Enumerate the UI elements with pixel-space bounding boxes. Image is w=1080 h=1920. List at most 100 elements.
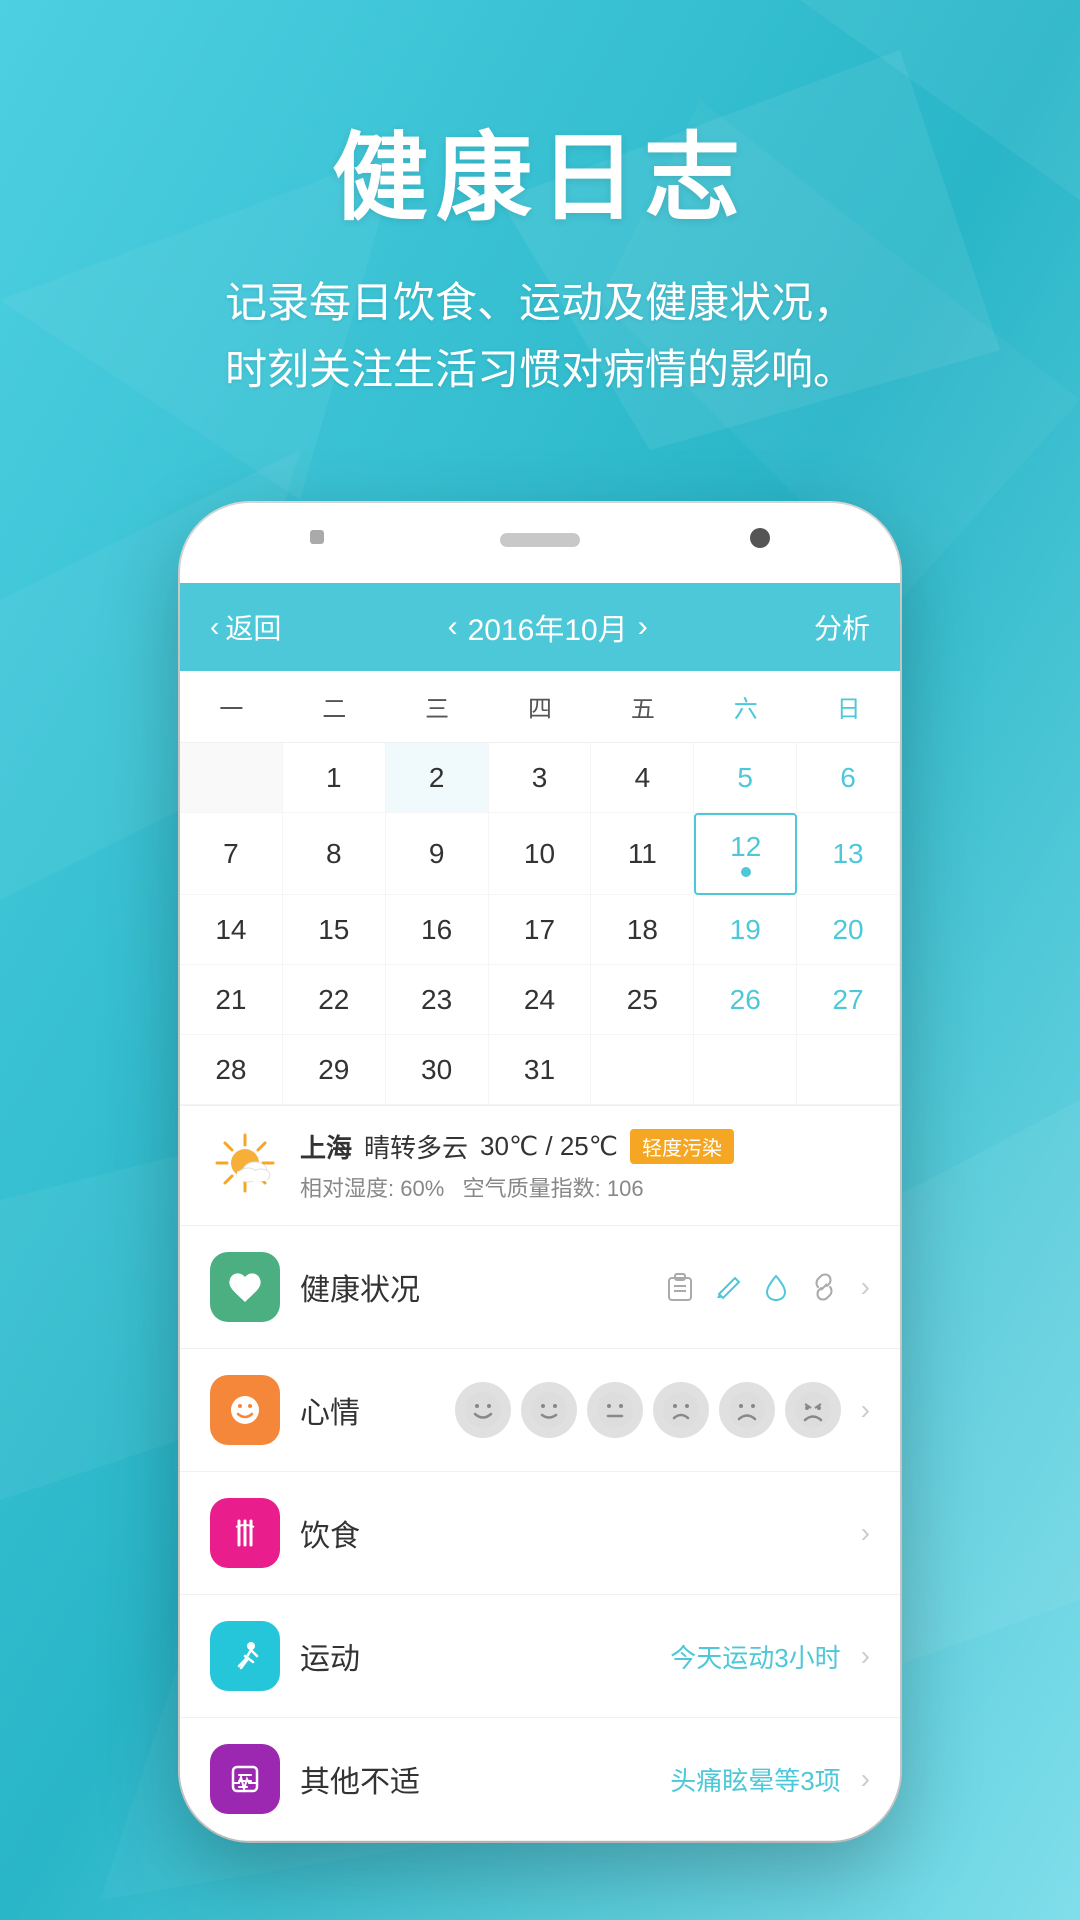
health-status-icon [210,1252,280,1322]
prev-month-icon[interactable]: ‹ [448,610,458,644]
cal-day-23[interactable]: 23 [386,965,489,1035]
pollution-badge: 轻度污染 [630,1129,734,1164]
weekday-headers: 一 二 三 四 五 六 日 [180,671,900,743]
exercise-chevron: › [861,1640,870,1672]
exercise-row[interactable]: 运动 今天运动3小时 › [180,1595,900,1718]
cal-day-6[interactable]: 6 [797,743,900,813]
next-month-icon[interactable]: › [638,610,648,644]
cal-day-27[interactable]: 27 [797,965,900,1035]
water-drop-icon[interactable] [759,1270,793,1304]
calendar-title: ‹ 2016年10月 › [448,605,648,649]
health-status-label: 健康状况 [300,1265,643,1309]
other-chevron: › [861,1763,870,1795]
weekday-mon: 一 [180,671,283,742]
weekday-fri: 五 [591,671,694,742]
mood-face-sad[interactable] [653,1382,709,1438]
calendar-days: 1 2 3 4 5 6 7 8 9 10 11 12 13 14 15 [180,743,900,1105]
cal-day-19[interactable]: 19 [694,895,797,965]
cal-day-empty-2 [591,1035,694,1105]
mood-face-slight-happy[interactable] [521,1382,577,1438]
diet-row[interactable]: 饮食 › [180,1472,900,1595]
phone-camera [750,528,770,548]
cal-day-3[interactable]: 3 [489,743,592,813]
weather-main: 上海 晴转多云 30℃ / 25℃ 轻度污染 [300,1128,870,1165]
other-label: 其他不适 [300,1757,650,1801]
mood-icon [210,1375,280,1445]
weather-row: 上海 晴转多云 30℃ / 25℃ 轻度污染 相对湿度: 60% 空气质量指数:… [180,1106,900,1226]
weekday-tue: 二 [283,671,386,742]
link-icon[interactable] [807,1270,841,1304]
calendar-grid: 一 二 三 四 五 六 日 1 2 3 4 5 6 [180,671,900,1105]
info-section: 上海 晴转多云 30℃ / 25℃ 轻度污染 相对湿度: 60% 空气质量指数:… [180,1105,900,1841]
app-content: ‹ 返回 ‹ 2016年10月 › 分析 一 二 三 四 五 六 [180,583,900,1841]
exercise-icon [210,1621,280,1691]
cal-day-28[interactable]: 28 [180,1035,283,1105]
phone-container: ‹ 返回 ‹ 2016年10月 › 分析 一 二 三 四 五 六 [0,503,1080,1841]
cal-day-26[interactable]: 26 [694,965,797,1035]
cal-day-empty-3 [694,1035,797,1105]
app-title: 健康日志 [0,100,1080,239]
cal-day-empty [180,743,283,813]
weather-detail: 相对湿度: 60% 空气质量指数: 106 [300,1171,870,1203]
health-status-row[interactable]: 健康状况 [180,1226,900,1349]
cal-day-5[interactable]: 5 [694,743,797,813]
health-status-actions [663,1270,841,1304]
weather-info: 上海 晴转多云 30℃ / 25℃ 轻度污染 相对湿度: 60% 空气质量指数:… [300,1128,870,1203]
cal-day-20[interactable]: 20 [797,895,900,965]
phone-sensor [310,530,324,544]
cal-day-13[interactable]: 13 [797,813,900,895]
cal-day-11[interactable]: 11 [591,813,694,895]
pencil-icon[interactable] [711,1270,745,1304]
app-subtitle: 记录每日饮食、运动及健康状况， 时刻关注生活习惯对病情的影响。 [0,269,1080,403]
cal-day-4[interactable]: 4 [591,743,694,813]
mood-face-neutral[interactable] [587,1382,643,1438]
phone-top-bar [180,503,900,583]
mood-face-more-sad[interactable] [719,1382,775,1438]
cal-day-2[interactable]: 2 [386,743,489,813]
cal-day-8[interactable]: 8 [283,813,386,895]
calendar-header: ‹ 返回 ‹ 2016年10月 › 分析 [180,583,900,671]
mood-row[interactable]: 心情 [180,1349,900,1472]
exercise-value: 今天运动3小时 [670,1638,840,1675]
clipboard-icon[interactable] [663,1270,697,1304]
cal-day-22[interactable]: 22 [283,965,386,1035]
weekday-sun: 日 [797,671,900,742]
cal-day-14[interactable]: 14 [180,895,283,965]
diet-icon [210,1498,280,1568]
back-button[interactable]: ‹ 返回 [210,607,281,647]
cal-day-1[interactable]: 1 [283,743,386,813]
cal-day-30[interactable]: 30 [386,1035,489,1105]
analyze-button[interactable]: 分析 [814,607,870,647]
cal-day-29[interactable]: 29 [283,1035,386,1105]
cal-day-12[interactable]: 12 [694,813,797,895]
mood-face-happy[interactable] [455,1382,511,1438]
weekday-sat: 六 [694,671,797,742]
phone-speaker [500,533,580,547]
cal-day-empty-4 [797,1035,900,1105]
cal-day-10[interactable]: 10 [489,813,592,895]
cal-day-16[interactable]: 16 [386,895,489,965]
cal-day-21[interactable]: 21 [180,965,283,1035]
other-row[interactable]: 其他不适 头痛眩晕等3项 › [180,1718,900,1841]
exercise-label: 运动 [300,1634,650,1678]
cal-day-24[interactable]: 24 [489,965,592,1035]
mood-chevron: › [861,1394,870,1426]
cal-day-18[interactable]: 18 [591,895,694,965]
health-status-chevron: › [861,1271,870,1303]
weekday-thu: 四 [489,671,592,742]
cal-day-31[interactable]: 31 [489,1035,592,1105]
cal-day-15[interactable]: 15 [283,895,386,965]
chevron-left-icon: ‹ [210,611,219,643]
phone-frame: ‹ 返回 ‹ 2016年10月 › 分析 一 二 三 四 五 六 [180,503,900,1841]
cal-day-9[interactable]: 9 [386,813,489,895]
other-value: 头痛眩晕等3项 [670,1761,840,1798]
weekday-wed: 三 [386,671,489,742]
mood-face-very-sad[interactable] [785,1382,841,1438]
cal-day-25[interactable]: 25 [591,965,694,1035]
other-icon [210,1744,280,1814]
cal-day-17[interactable]: 17 [489,895,592,965]
diet-chevron: › [861,1517,870,1549]
mood-faces [455,1382,841,1438]
cal-day-7[interactable]: 7 [180,813,283,895]
diet-label: 饮食 [300,1511,841,1555]
